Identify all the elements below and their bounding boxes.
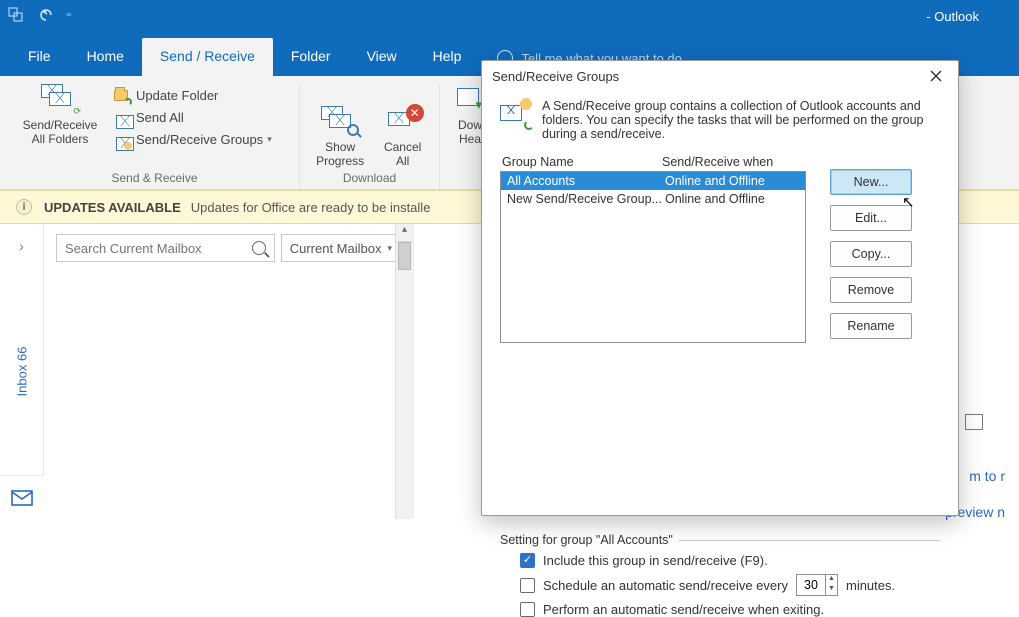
schedule-minutes-input[interactable] [797, 575, 825, 595]
header-when: Send/Receive when [662, 155, 938, 169]
on-exit-label: Perform an automatic send/receive when e… [543, 602, 824, 617]
dialog-buttons: New... Edit... Copy... Remove Rename [830, 169, 912, 339]
search-input[interactable] [65, 241, 252, 256]
mail-nav-icon[interactable] [0, 475, 44, 519]
update-folder-button[interactable]: Update Folder [112, 86, 272, 104]
new-button[interactable]: New... [830, 169, 912, 195]
search-icon[interactable] [252, 241, 266, 255]
dialog-titlebar: Send/Receive Groups [482, 61, 958, 91]
show-progress-button[interactable]: Show Progress [310, 106, 370, 168]
search-scope-dropdown[interactable]: Current Mailbox▾ [281, 234, 401, 262]
group-row[interactable]: All AccountsOnline and Offline [501, 172, 805, 190]
app-icon [6, 5, 28, 27]
search-box[interactable] [56, 234, 275, 262]
send-receive-groups-dialog: Send/Receive Groups A Send/Receive group… [481, 60, 959, 516]
tab-folder[interactable]: Folder [273, 38, 349, 76]
list-headers: Group Name Send/Receive when [500, 155, 940, 169]
updates-message: Updates for Office are ready to be insta… [191, 200, 431, 215]
dialog-title: Send/Receive Groups [492, 69, 619, 84]
cancel-all-button[interactable]: ✕ Cancel All [376, 106, 429, 168]
scrollbar[interactable]: ▴ [395, 224, 413, 519]
undo-icon[interactable] [38, 6, 56, 27]
remove-button[interactable]: Remove [830, 277, 912, 303]
schedule-label-prefix: Schedule an automatic send/receive every [543, 578, 788, 593]
truncated-text: m to r [969, 468, 1005, 484]
groups-listbox[interactable]: All AccountsOnline and Offline New Send/… [500, 171, 806, 343]
copy-button[interactable]: Copy... [830, 241, 912, 267]
expand-rail-button[interactable]: › [0, 224, 43, 268]
edit-button[interactable]: Edit... [830, 205, 912, 231]
message-list-pane: Current Mailbox▾ ▴ [44, 224, 414, 519]
tab-send-receive[interactable]: Send / Receive [142, 38, 273, 76]
send-receive-icon [500, 99, 530, 127]
on-exit-checkbox[interactable] [520, 602, 535, 617]
window-titlebar: ⁼ - Outlook [0, 0, 1019, 32]
schedule-checkbox[interactable] [520, 578, 535, 593]
dialog-close-button[interactable] [924, 64, 948, 88]
tab-help[interactable]: Help [415, 38, 480, 76]
dialog-description: A Send/Receive group contains a collecti… [542, 99, 940, 141]
header-group-name: Group Name [502, 155, 662, 169]
tab-home[interactable]: Home [69, 38, 142, 76]
pane-control-icon [965, 414, 983, 430]
settings-group-label: Setting for group "All Accounts" [500, 533, 940, 547]
ribbon-group-label: Send & Receive [10, 171, 299, 185]
include-group-checkbox[interactable]: ✓ [520, 553, 535, 568]
spinner-down[interactable]: ▼ [826, 585, 837, 595]
spinner-up[interactable]: ▲ [826, 575, 837, 585]
include-group-label: Include this group in send/receive (F9). [543, 553, 768, 568]
send-receive-all-folders-button[interactable]: ⟳ Send/Receive All Folders [20, 84, 100, 146]
info-icon: i [16, 199, 32, 215]
scroll-up-button[interactable]: ▴ [396, 224, 413, 242]
ribbon-group-label: Download [300, 171, 439, 185]
schedule-label-suffix: minutes. [846, 578, 895, 593]
scroll-thumb[interactable] [398, 242, 411, 270]
inbox-label[interactable]: Inbox 66 [14, 347, 29, 397]
updates-title: UPDATES AVAILABLE [44, 200, 181, 215]
cancel-icon: ✕ [406, 104, 424, 122]
qat-customize-icon[interactable]: ⁼ [66, 10, 72, 23]
send-all-button[interactable]: Send All [112, 108, 272, 126]
window-title: - Outlook [926, 9, 979, 24]
schedule-minutes-spinner[interactable]: ▲▼ [796, 574, 838, 596]
tab-file[interactable]: File [10, 38, 69, 76]
send-receive-groups-dropdown[interactable]: Send/Receive Groups▾ [112, 130, 272, 148]
rename-button[interactable]: Rename [830, 313, 912, 339]
folder-rail: › Inbox 66 [0, 224, 44, 519]
tab-view[interactable]: View [349, 38, 415, 76]
group-row[interactable]: New Send/Receive Group...Online and Offl… [501, 190, 805, 208]
